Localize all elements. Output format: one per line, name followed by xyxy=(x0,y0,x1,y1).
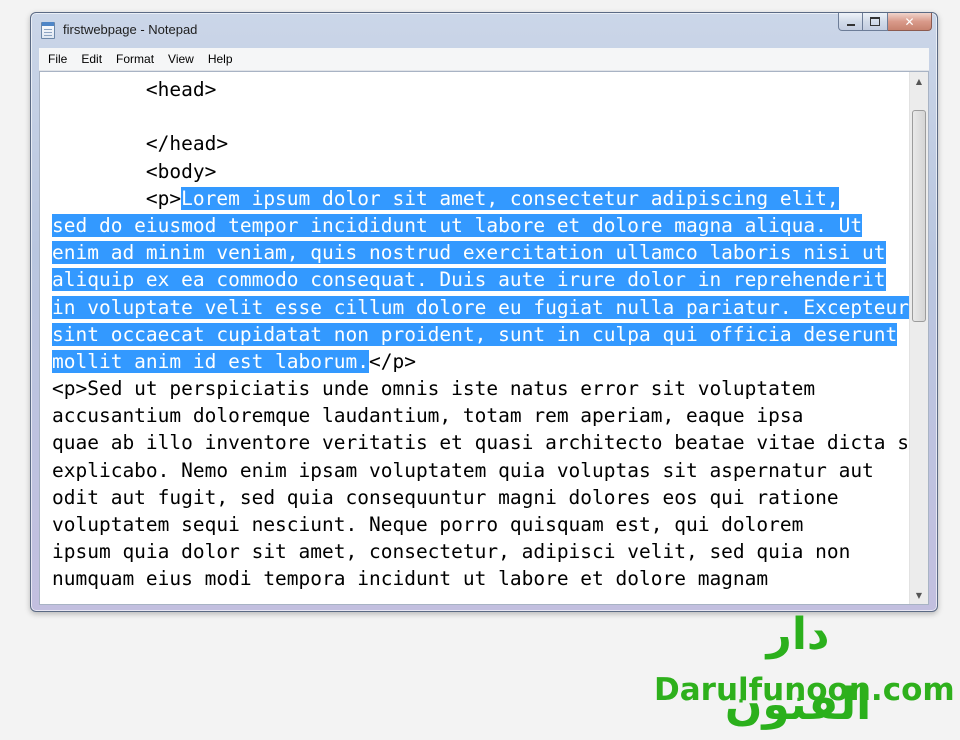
line-text: <p> xyxy=(52,186,182,210)
maximize-button[interactable] xyxy=(863,13,888,31)
brand-logo-urdu: دار الفنون xyxy=(724,609,872,730)
editor-line[interactable]: <body> xyxy=(52,158,902,185)
scroll-up-arrow-icon[interactable]: ▲ xyxy=(910,72,928,90)
maximize-icon xyxy=(870,17,880,26)
editor-line[interactable]: numquam eius modi tempora incidunt ut la… xyxy=(52,565,902,592)
scroll-thumb[interactable] xyxy=(912,110,926,322)
editor-line[interactable]: mollit anim id est laborum.</p> xyxy=(52,348,902,375)
editor-line[interactable]: </head> xyxy=(52,130,902,157)
editor-content[interactable]: <head> </head> <body> <p>Lorem ipsum dol… xyxy=(52,76,928,593)
text-editor[interactable]: <head> </head> <body> <p>Lorem ipsum dol… xyxy=(39,71,929,605)
selected-text: enim ad minim veniam, quis nostrud exerc… xyxy=(52,241,886,265)
line-text: numquam eius modi tempora incidunt ut la… xyxy=(52,567,769,591)
editor-line[interactable]: ipsum quia dolor sit amet, consectetur, … xyxy=(52,538,902,565)
caption-buttons: ✕ xyxy=(838,13,932,31)
editor-line[interactable]: <p>Lorem ipsum dolor sit amet, consectet… xyxy=(52,185,902,212)
menu-view[interactable]: View xyxy=(161,48,201,70)
close-icon: ✕ xyxy=(904,14,915,29)
selected-text: Lorem ipsum dolor sit amet, consectetur … xyxy=(181,186,839,210)
editor-line[interactable]: enim ad minim veniam, quis nostrud exerc… xyxy=(52,239,902,266)
menu-help[interactable]: Help xyxy=(201,48,240,70)
selected-text: mollit anim id est laborum. xyxy=(52,349,369,373)
close-button[interactable]: ✕ xyxy=(888,13,932,31)
editor-line[interactable]: quae ab illo inventore veritatis et quas… xyxy=(52,429,928,456)
editor-line[interactable]: sed do eiusmod tempor incididunt ut labo… xyxy=(52,212,902,239)
line-text: accusantium doloremque laudantium, totam… xyxy=(52,404,804,428)
scroll-down-arrow-icon[interactable]: ▼ xyxy=(910,586,928,604)
brand-logo-text: Darulfunoon.com xyxy=(654,672,955,708)
selected-text: sint occaecat cupidatat non proident, su… xyxy=(52,322,898,346)
selected-text: sed do eiusmod tempor incididunt ut labo… xyxy=(52,213,863,237)
editor-line[interactable] xyxy=(52,103,902,130)
title-bar[interactable]: firstwebpage - Notepad ✕ xyxy=(31,13,937,47)
line-text: explicabo. Nemo enim ipsam voluptatem qu… xyxy=(52,458,874,482)
line-text: odit aut fugit, sed quia consequuntur ma… xyxy=(52,485,839,509)
editor-line[interactable]: sint occaecat cupidatat non proident, su… xyxy=(52,321,902,348)
line-text: <p>Sed ut perspiciatis unde omnis iste n… xyxy=(52,377,816,401)
line-text: ipsum quia dolor sit amet, consectetur, … xyxy=(52,540,851,564)
editor-line[interactable]: in voluptate velit esse cillum dolore eu… xyxy=(52,294,910,321)
selected-text: aliquip ex ea commodo consequat. Duis au… xyxy=(52,268,886,292)
editor-line[interactable]: voluptatem sequi nesciunt. Neque porro q… xyxy=(52,511,902,538)
selected-text: in voluptate velit esse cillum dolore eu… xyxy=(52,295,910,319)
editor-line[interactable]: aliquip ex ea commodo consequat. Duis au… xyxy=(52,266,902,293)
menu-file[interactable]: File xyxy=(39,48,74,70)
line-text: </head> xyxy=(52,132,229,156)
minimize-icon xyxy=(846,23,855,26)
notepad-window: firstwebpage - Notepad ✕ File Edit Forma… xyxy=(30,12,938,612)
editor-line[interactable]: accusantium doloremque laudantium, totam… xyxy=(52,402,902,429)
line-text: voluptatem sequi nesciunt. Neque porro q… xyxy=(52,513,804,536)
minimize-button[interactable] xyxy=(838,13,863,31)
vertical-scrollbar[interactable]: ▲ ▼ xyxy=(909,72,928,604)
menu-bar: File Edit Format View Help xyxy=(39,48,929,71)
line-text: <body> xyxy=(52,159,217,183)
editor-line[interactable]: <head> xyxy=(52,76,902,103)
editor-line[interactable]: explicabo. Nemo enim ipsam voluptatem qu… xyxy=(52,457,902,484)
editor-line[interactable]: odit aut fugit, sed quia consequuntur ma… xyxy=(52,484,902,511)
notepad-icon[interactable] xyxy=(41,22,55,39)
window-title: firstwebpage - Notepad xyxy=(63,22,198,37)
line-text: quae ab illo inventore veritatis et quas… xyxy=(52,431,929,455)
menu-edit[interactable]: Edit xyxy=(74,48,109,70)
line-text: <head> xyxy=(52,78,217,101)
editor-line[interactable]: <p>Sed ut perspiciatis unde omnis iste n… xyxy=(52,375,902,402)
line-text: </p> xyxy=(368,349,416,373)
menu-format[interactable]: Format xyxy=(109,48,161,70)
